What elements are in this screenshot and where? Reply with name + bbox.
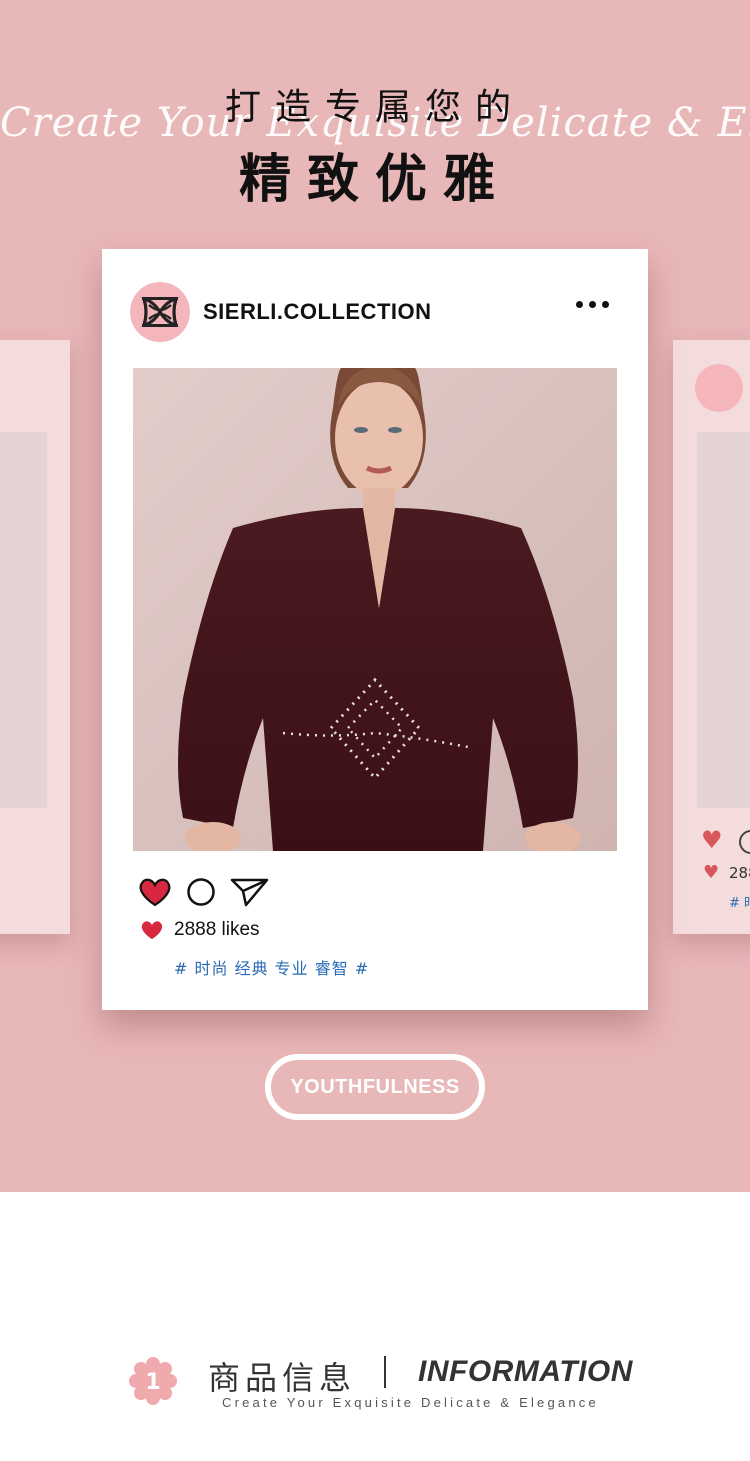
info-title-cn: 商品信息 — [208, 1359, 357, 1397]
likes-count: 2888 likes — [174, 919, 260, 940]
info-divider — [384, 1356, 386, 1388]
info-badge-number: 1 — [145, 1370, 160, 1395]
youthfulness-tag-button[interactable]: YOUTHFULNESS — [265, 1054, 485, 1120]
share-icon[interactable] — [230, 877, 270, 907]
flower-number-badge-icon: 1 — [129, 1357, 177, 1405]
post-username[interactable]: SIERLI.COLLECTION — [203, 299, 432, 325]
brand-monogram-icon — [141, 296, 179, 328]
side-like-heart-icon: ♥ — [703, 862, 720, 883]
hero-title-line2: 精致优雅 — [238, 150, 511, 210]
side-post-image-left — [0, 432, 47, 808]
side-hashtags: # 时 — [729, 896, 750, 911]
post-hashtags[interactable]: # 时尚 经典 专业 睿智 # — [174, 955, 369, 979]
social-post-card: SIERLI.COLLECTION 2888 likes # 时尚 经典 专业 … — [102, 249, 648, 1010]
brand-avatar[interactable] — [130, 282, 190, 342]
side-likes-text: 288 — [729, 864, 750, 882]
side-post-card-right[interactable]: ♥ ♥ 288 # 时 — [673, 340, 750, 934]
hero-title-line1: 打造专属您的 — [224, 87, 525, 128]
side-post-card-left[interactable] — [0, 340, 70, 934]
likes-row: 2888 likes — [140, 919, 260, 941]
side-post-image-right — [697, 432, 750, 808]
more-horizontal-icon[interactable] — [576, 301, 609, 308]
side-comment-icon — [739, 830, 750, 854]
side-heart-icon: ♥ — [701, 826, 723, 854]
side-avatar — [695, 364, 743, 412]
info-subtitle: Create Your Exquisite Delicate & Eleganc… — [222, 1395, 599, 1410]
comment-icon[interactable] — [186, 877, 216, 907]
post-actions — [138, 874, 270, 910]
post-image — [133, 368, 617, 851]
info-title-en: INFORMATION — [418, 1355, 633, 1388]
like-heart-icon — [141, 921, 163, 940]
hero-banner: Create Your Exquisite Delicate & Eleganc… — [0, 0, 750, 1192]
heart-icon[interactable] — [138, 877, 172, 907]
model-photo-illustration — [133, 368, 617, 851]
